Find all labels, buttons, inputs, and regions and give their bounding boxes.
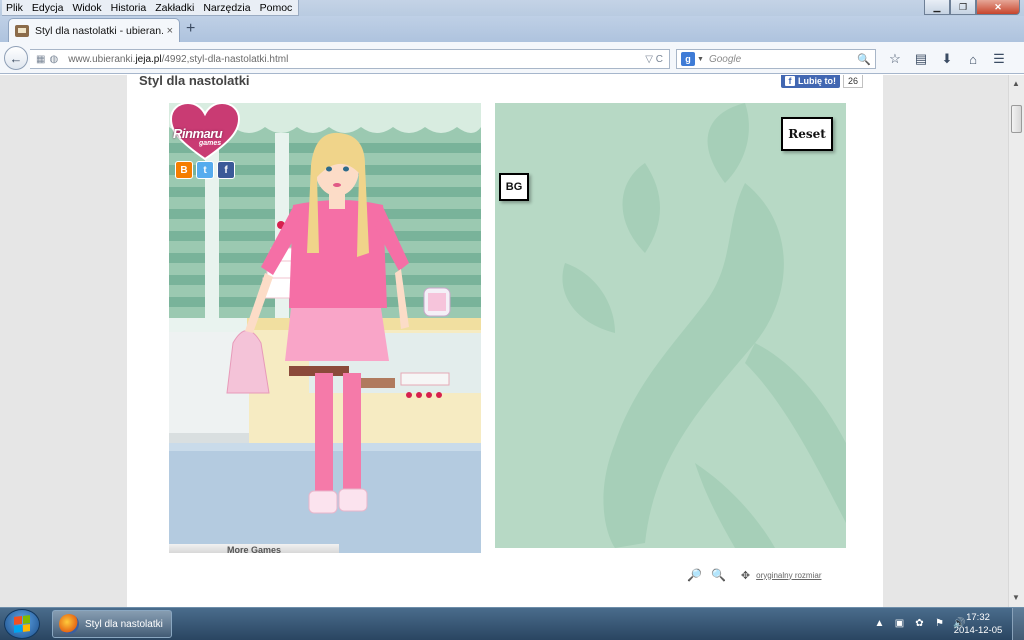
tray-flag-icon[interactable]: ⚑ <box>932 616 947 631</box>
game-controls: 🔎 🔍 ✥ oryginalny rozmiar <box>687 568 821 582</box>
windows-logo-icon <box>14 615 30 633</box>
logo-sub: games <box>199 140 222 147</box>
taskbar-firefox[interactable]: Styl dla nastolatki ... <box>52 610 172 638</box>
reading-list-icon[interactable]: ▤ <box>908 49 934 69</box>
download-icon[interactable]: ⬇ <box>934 49 960 69</box>
chevron-down-icon[interactable]: ▼ <box>697 56 704 63</box>
show-desktop-button[interactable] <box>1012 608 1024 640</box>
menu-plik[interactable]: Plik <box>6 2 23 14</box>
url-prefix: www.ubieranki. <box>68 53 136 65</box>
close-button[interactable]: ✕ <box>976 0 1020 15</box>
menu-edycja[interactable]: Edycja <box>32 2 64 14</box>
more-games-button[interactable]: More Games <box>169 544 339 553</box>
facebook-icon[interactable]: f <box>217 161 235 179</box>
menu-historia[interactable]: Historia <box>111 2 147 14</box>
start-button[interactable] <box>4 609 40 639</box>
wardrobe-panel[interactable]: Reset BG <box>495 103 846 548</box>
back-button[interactable]: ← <box>4 46 28 70</box>
reload-icon[interactable]: ▽ C <box>645 54 663 65</box>
taskbar-firefox-label: Styl dla nastolatki ... <box>85 618 165 630</box>
url-text: www.ubieranki.jeja.pl/4992,styl-dla-nast… <box>68 54 641 65</box>
url-icons: ▦ ◍ <box>36 54 62 65</box>
fb-like-count: 26 <box>843 75 864 88</box>
menu-widok[interactable]: Widok <box>72 2 101 14</box>
twitter-icon[interactable]: t <box>196 161 214 179</box>
search-icon[interactable]: 🔍 <box>857 53 871 66</box>
home-icon[interactable]: ⌂ <box>960 49 986 69</box>
logo-text: Rinmaru <box>173 126 223 141</box>
facebook-icon: f <box>785 75 795 86</box>
google-icon[interactable]: g <box>681 52 695 66</box>
tray-network-icon[interactable]: ✿ <box>912 616 927 631</box>
reset-button[interactable]: Reset <box>781 117 833 151</box>
hamburger-menu-icon[interactable]: ☰ <box>986 49 1012 69</box>
tab-close-icon[interactable]: × <box>167 25 173 37</box>
maximize-button[interactable]: ❐ <box>950 0 976 15</box>
tab-active[interactable]: Styl dla nastolatki - ubieran... × <box>8 18 180 42</box>
zoom-in-icon[interactable]: 🔎 <box>687 568 702 582</box>
move-icon[interactable]: ✥ <box>741 569 750 582</box>
scroll-down-icon[interactable]: ▼ <box>1012 593 1020 602</box>
minimize-button[interactable]: ▁ <box>924 0 950 15</box>
tray-arrow-icon[interactable]: ▲ <box>872 616 887 631</box>
new-tab-button[interactable]: + <box>186 20 195 38</box>
search-bar[interactable]: g ▼ Google 🔍 <box>676 49 876 69</box>
rinmaru-logo[interactable]: Rinmaru games <box>169 103 241 164</box>
globe-icon[interactable]: ◍ <box>49 54 58 65</box>
scroll-up-icon[interactable]: ▲ <box>1012 79 1020 88</box>
share-icons: B t f <box>175 161 238 179</box>
window-controls: ▁ ❐ ✕ <box>924 0 1020 15</box>
tray-app-icon[interactable]: ▣ <box>892 616 907 631</box>
menu-pomoc[interactable]: Pomoc <box>260 2 293 14</box>
tab-title: Styl dla nastolatki - ubieran... <box>35 24 163 37</box>
taskbar: Styl dla nastolatki ... ▲ ▣ ✿ ⚑ 🔊 17:32 … <box>0 607 1024 640</box>
menu-items: Plik Edycja Widok Historia Zakładki Narz… <box>2 0 300 16</box>
menu-narzedzia[interactable]: Narzędzia <box>203 2 250 14</box>
clock[interactable]: 17:32 2014-12-05 <box>950 611 1006 637</box>
fb-like-label: Lubię to! <box>798 75 836 86</box>
firefox-icon <box>59 614 79 634</box>
page-title: Styl dla nastolatki <box>139 75 250 88</box>
url-path: /4992,styl-dla-nastolatki.html <box>161 53 289 65</box>
original-size-link[interactable]: oryginalny rozmiar <box>756 571 821 580</box>
game-scene[interactable]: Rinmaru games B t f More Games <box>169 103 481 553</box>
fb-like-button[interactable]: f Lubię to! <box>781 75 840 88</box>
url-domain: jeja.pl <box>135 53 162 65</box>
clock-time: 17:32 <box>966 612 990 623</box>
zoom-out-icon[interactable]: 🔍 <box>711 568 726 582</box>
floral-pattern <box>562 103 846 548</box>
url-bar[interactable]: ▦ ◍ www.ubieranki.jeja.pl/4992,styl-dla-… <box>30 49 670 69</box>
menu-zakladki[interactable]: Zakładki <box>155 2 194 14</box>
toolbar-icons: ☆ ▤ ⬇ ⌂ ☰ <box>882 49 1012 69</box>
vertical-scrollbar[interactable]: ▲ ▼ <box>1008 75 1024 607</box>
content-panel: Styl dla nastolatki f Lubię to! 26 Rinma… <box>127 75 883 607</box>
search-input[interactable]: Google <box>709 54 857 65</box>
bookmark-star-icon[interactable]: ☆ <box>882 49 908 69</box>
scroll-thumb[interactable] <box>1011 105 1022 133</box>
navigation-bar: ← ▦ ◍ www.ubieranki.jeja.pl/4992,styl-dl… <box>0 42 1024 74</box>
menu-bar: Plik Edycja Widok Historia Zakładki Narz… <box>0 0 1024 16</box>
favicon-icon <box>15 24 29 37</box>
grid-icon[interactable]: ▦ <box>36 54 45 65</box>
bg-button[interactable]: BG <box>499 173 529 201</box>
clock-date: 2014-12-05 <box>953 625 1003 636</box>
blogger-icon[interactable]: B <box>175 161 193 179</box>
tab-bar: Styl dla nastolatki - ubieran... × + <box>0 16 1024 42</box>
page-viewport: Styl dla nastolatki f Lubię to! 26 Rinma… <box>0 75 1008 607</box>
